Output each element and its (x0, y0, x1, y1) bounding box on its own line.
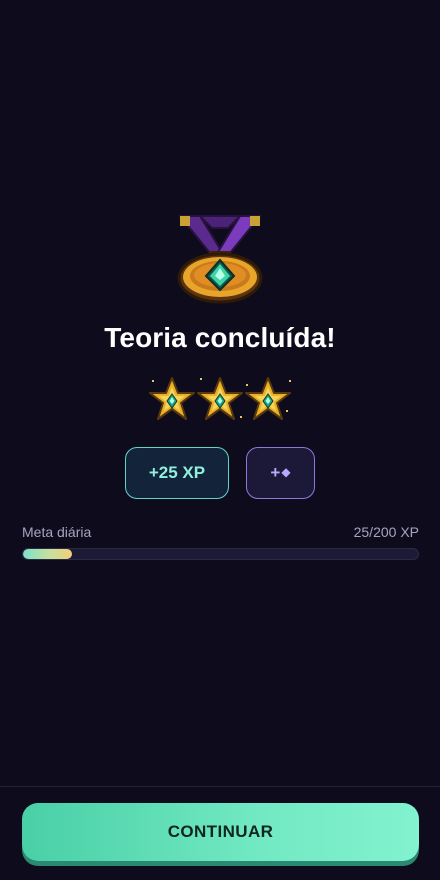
completion-title: Teoria concluída! (104, 322, 336, 353)
gem-reward-prefix: + (270, 463, 281, 482)
star-icon (245, 377, 291, 420)
medal-icon (177, 215, 263, 304)
xp-reward-badge: +25 XP (125, 447, 229, 499)
bottom-divider (0, 786, 440, 787)
daily-goal-progress-fill (23, 549, 73, 559)
daily-goal-value: 25/200 XP (353, 524, 419, 540)
stars-rating (149, 377, 291, 420)
xp-reward-label: +25 XP (148, 463, 206, 482)
star-icon (197, 377, 243, 420)
daily-goal-progress-bar (22, 548, 419, 560)
daily-goal-label: Meta diária (22, 524, 92, 540)
continue-button[interactable]: CONTINUAR (22, 803, 419, 861)
gem-icon: ◆ (281, 465, 291, 479)
gem-reward-badge: + ◆ (246, 447, 315, 499)
star-icon (149, 377, 195, 420)
